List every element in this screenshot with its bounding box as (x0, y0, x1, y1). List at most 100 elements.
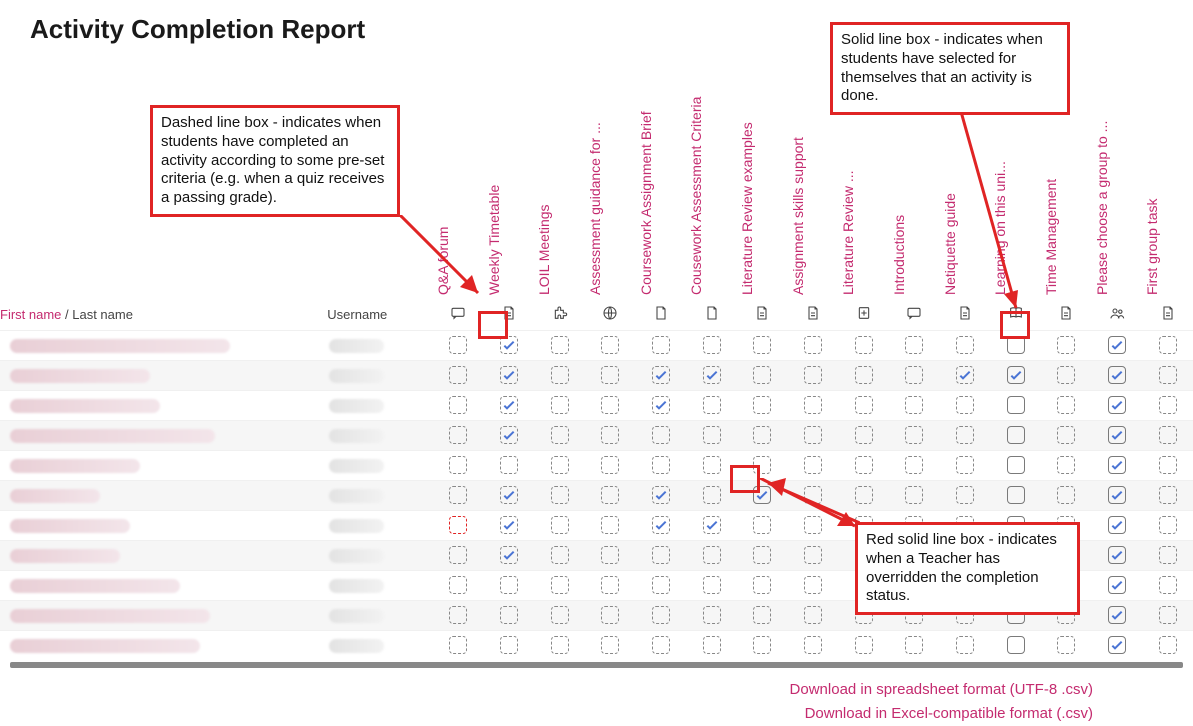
completion-box[interactable] (804, 456, 822, 474)
completion-box[interactable] (855, 336, 873, 354)
completion-box[interactable] (1159, 546, 1177, 564)
completion-box[interactable] (449, 636, 467, 654)
completion-box[interactable] (753, 606, 771, 624)
completion-box[interactable] (905, 396, 923, 414)
completion-box[interactable] (804, 606, 822, 624)
completion-box[interactable] (753, 426, 771, 444)
completion-box[interactable] (500, 456, 518, 474)
completion-box[interactable] (449, 366, 467, 384)
completion-box[interactable] (449, 546, 467, 564)
completion-box[interactable] (703, 576, 721, 594)
completion-box[interactable] (1108, 426, 1126, 444)
completion-box[interactable] (500, 366, 518, 384)
completion-box[interactable] (601, 636, 619, 654)
completion-box[interactable] (956, 456, 974, 474)
completion-box[interactable] (703, 516, 721, 534)
completion-box[interactable] (1007, 486, 1025, 504)
completion-box[interactable] (1108, 606, 1126, 624)
completion-box[interactable] (1057, 486, 1075, 504)
completion-box[interactable] (855, 396, 873, 414)
completion-box[interactable] (601, 576, 619, 594)
completion-box[interactable] (703, 426, 721, 444)
completion-box[interactable] (449, 576, 467, 594)
completion-box[interactable] (1159, 636, 1177, 654)
completion-box[interactable] (601, 546, 619, 564)
completion-box[interactable] (1108, 486, 1126, 504)
completion-box[interactable] (1159, 576, 1177, 594)
completion-box[interactable] (753, 636, 771, 654)
completion-box[interactable] (652, 576, 670, 594)
completion-box[interactable] (500, 396, 518, 414)
completion-box[interactable] (601, 456, 619, 474)
completion-box[interactable] (551, 636, 569, 654)
completion-box[interactable] (449, 516, 467, 534)
completion-box[interactable] (956, 366, 974, 384)
completion-box[interactable] (1159, 396, 1177, 414)
completion-box[interactable] (601, 366, 619, 384)
completion-box[interactable] (1108, 396, 1126, 414)
completion-box[interactable] (551, 546, 569, 564)
completion-box[interactable] (1007, 366, 1025, 384)
completion-box[interactable] (804, 426, 822, 444)
completion-box[interactable] (956, 486, 974, 504)
completion-box[interactable] (1057, 426, 1075, 444)
completion-box[interactable] (855, 366, 873, 384)
table-scrollbar[interactable] (10, 662, 1183, 668)
completion-box[interactable] (804, 396, 822, 414)
completion-box[interactable] (500, 546, 518, 564)
completion-box[interactable] (449, 606, 467, 624)
completion-box[interactable] (1108, 546, 1126, 564)
completion-box[interactable] (551, 606, 569, 624)
completion-box[interactable] (500, 606, 518, 624)
completion-box[interactable] (449, 336, 467, 354)
completion-box[interactable] (753, 516, 771, 534)
completion-box[interactable] (652, 606, 670, 624)
completion-box[interactable] (601, 426, 619, 444)
completion-box[interactable] (804, 336, 822, 354)
completion-box[interactable] (601, 606, 619, 624)
completion-box[interactable] (1159, 336, 1177, 354)
completion-box[interactable] (1057, 396, 1075, 414)
completion-box[interactable] (500, 426, 518, 444)
completion-box[interactable] (500, 576, 518, 594)
completion-box[interactable] (551, 516, 569, 534)
completion-box[interactable] (652, 636, 670, 654)
completion-box[interactable] (1108, 366, 1126, 384)
completion-box[interactable] (652, 336, 670, 354)
completion-box[interactable] (905, 426, 923, 444)
completion-box[interactable] (449, 486, 467, 504)
completion-box[interactable] (804, 546, 822, 564)
completion-box[interactable] (956, 426, 974, 444)
completion-box[interactable] (855, 636, 873, 654)
completion-box[interactable] (855, 486, 873, 504)
completion-box[interactable] (1159, 486, 1177, 504)
completion-box[interactable] (652, 366, 670, 384)
download-excel-link[interactable]: Download in Excel-compatible format (.cs… (805, 705, 1093, 722)
completion-box[interactable] (500, 636, 518, 654)
completion-box[interactable] (500, 486, 518, 504)
completion-box[interactable] (753, 546, 771, 564)
completion-box[interactable] (956, 336, 974, 354)
completion-box[interactable] (1057, 456, 1075, 474)
completion-box[interactable] (703, 636, 721, 654)
completion-box[interactable] (1108, 636, 1126, 654)
completion-box[interactable] (1057, 336, 1075, 354)
completion-box[interactable] (703, 486, 721, 504)
completion-box[interactable] (652, 456, 670, 474)
completion-box[interactable] (753, 366, 771, 384)
completion-box[interactable] (703, 546, 721, 564)
completion-box[interactable] (449, 456, 467, 474)
completion-box[interactable] (703, 396, 721, 414)
completion-box[interactable] (956, 396, 974, 414)
completion-box[interactable] (601, 486, 619, 504)
completion-box[interactable] (905, 636, 923, 654)
completion-box[interactable] (1159, 366, 1177, 384)
completion-box[interactable] (1007, 456, 1025, 474)
completion-box[interactable] (956, 636, 974, 654)
completion-box[interactable] (1007, 426, 1025, 444)
completion-box[interactable] (1108, 516, 1126, 534)
completion-box[interactable] (1007, 336, 1025, 354)
completion-box[interactable] (551, 456, 569, 474)
completion-box[interactable] (551, 486, 569, 504)
completion-box[interactable] (652, 546, 670, 564)
